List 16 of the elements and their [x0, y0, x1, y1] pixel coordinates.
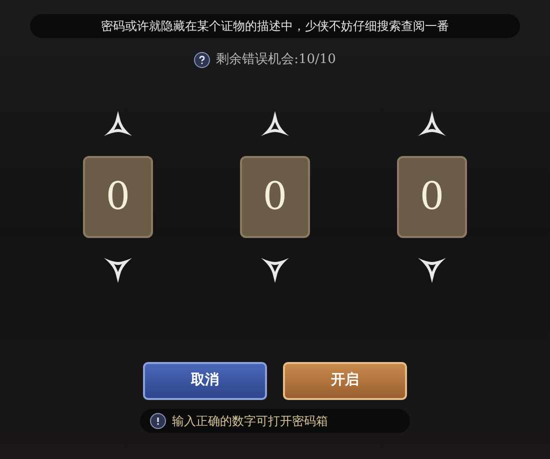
digit-tile: 0 — [83, 156, 153, 238]
up-arrow-icon[interactable] — [417, 110, 447, 138]
digit-tile: 0 — [397, 156, 467, 238]
down-arrow-icon[interactable] — [260, 256, 290, 284]
alert-icon — [150, 412, 166, 428]
digit-tile: 0 — [240, 156, 310, 238]
down-arrow-icon[interactable] — [417, 256, 447, 284]
cancel-button[interactable]: 取消 — [143, 362, 267, 400]
help-icon[interactable] — [194, 52, 210, 68]
open-button[interactable]: 开启 — [283, 362, 407, 400]
footer-note: 输入正确的数字可打开密码箱 — [172, 412, 328, 430]
attempts-text: 剩余错误机会:10/10 — [216, 51, 336, 69]
hint-banner: 密码或许就隐藏在某个证物的描述中，少侠不妨仔细搜索查阅一番 — [30, 14, 520, 38]
down-arrow-icon[interactable] — [103, 256, 133, 284]
up-arrow-icon[interactable] — [260, 110, 290, 138]
up-arrow-icon[interactable] — [103, 110, 133, 138]
